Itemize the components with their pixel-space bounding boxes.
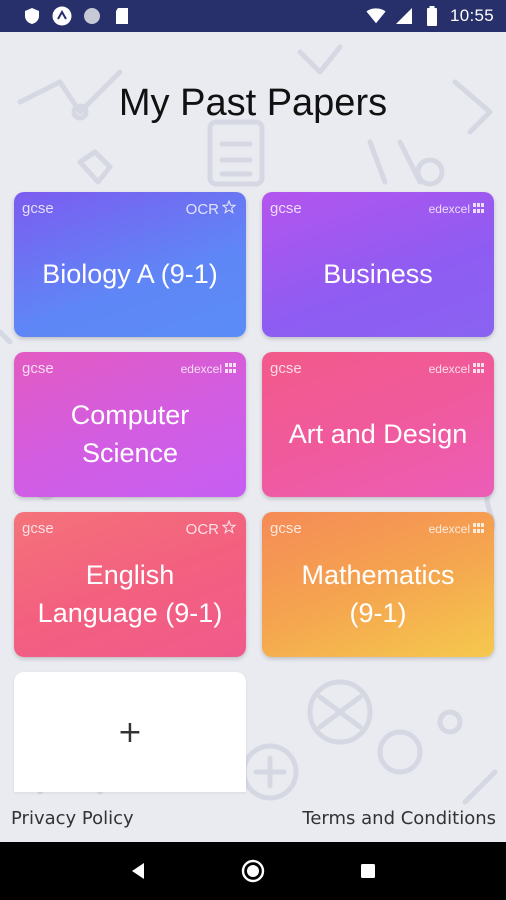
app-content: My Past Papers gcse OCR Biology A (9-1) … — [0, 32, 506, 842]
edexcel-logo-text: edexcel — [180, 362, 222, 376]
subject-card-mathematics[interactable]: gcse edexcel Mathematics (9-1) — [262, 512, 494, 657]
edexcel-grid-icon — [473, 362, 484, 376]
notification-a-icon — [52, 6, 72, 26]
wifi-icon — [366, 6, 386, 26]
card-level: gcse — [270, 520, 302, 537]
battery-icon — [422, 6, 442, 26]
ocr-logo-text: OCR — [185, 200, 219, 218]
card-subject: Business — [323, 258, 433, 289]
add-subject-button[interactable]: + — [14, 672, 246, 792]
plus-icon: + — [117, 714, 143, 750]
page-title: My Past Papers — [118, 82, 388, 124]
status-left-icons — [22, 6, 132, 26]
status-time: 10:55 — [449, 6, 494, 25]
edexcel-logo-text: edexcel — [428, 362, 470, 376]
circle-icon — [82, 6, 102, 26]
subject-card-art-and-design[interactable]: gcse edexcel Art and Design — [262, 352, 494, 497]
edexcel-logo-text: edexcel — [428, 522, 470, 536]
card-level: gcse — [22, 360, 54, 377]
card-board: OCR — [185, 199, 237, 218]
sd-card-icon — [112, 6, 132, 26]
terms-and-conditions-link[interactable]: Terms and Conditions — [302, 808, 496, 829]
card-subject-line2: Language (9-1) — [37, 597, 223, 628]
shield-icon — [22, 6, 42, 26]
ocr-logo-text: OCR — [185, 520, 219, 538]
card-level: gcse — [22, 520, 54, 537]
home-icon[interactable] — [238, 856, 268, 886]
ocr-star-icon — [221, 519, 237, 538]
card-board: edexcel — [181, 362, 236, 376]
card-board: edexcel — [429, 522, 484, 536]
status-bar: 10:55 — [0, 0, 506, 32]
card-subject: Art and Design — [288, 418, 468, 449]
card-subject-line2: Science — [81, 437, 179, 468]
status-right-icons: 10:55 — [366, 6, 494, 26]
card-subject-line2: (9-1) — [349, 597, 407, 628]
subject-card-biology[interactable]: gcse OCR Biology A (9-1) — [14, 192, 246, 337]
edexcel-logo-text: edexcel — [428, 202, 470, 216]
card-subject: Computer Science — [20, 382, 240, 485]
recents-icon[interactable] — [353, 856, 383, 886]
card-level: gcse — [270, 200, 302, 217]
card-level: gcse — [22, 200, 54, 217]
edexcel-grid-icon — [473, 522, 484, 536]
card-subject: Biology A (9-1) — [42, 258, 218, 289]
card-board: edexcel — [429, 202, 484, 216]
subject-card-english-language[interactable]: gcse OCR English Language (9-1) — [14, 512, 246, 657]
card-subject: English Language (9-1) — [20, 542, 240, 645]
ocr-star-icon — [221, 199, 237, 218]
privacy-policy-link[interactable]: Privacy Policy — [11, 808, 134, 829]
card-board: OCR — [185, 519, 237, 538]
card-board: edexcel — [429, 362, 484, 376]
subject-card-computer-science[interactable]: gcse edexcel Computer Science — [14, 352, 246, 497]
edexcel-grid-icon — [473, 202, 484, 216]
card-subject: Mathematics (9-1) — [268, 542, 488, 645]
card-subject-line1: Mathematics — [301, 559, 455, 590]
signal-icon — [394, 6, 414, 26]
back-icon[interactable] — [123, 856, 153, 886]
card-subject-line1: Computer — [70, 399, 190, 430]
card-subject-line1: English — [85, 559, 175, 590]
subject-card-business[interactable]: gcse edexcel Business — [262, 192, 494, 337]
navigation-bar — [0, 842, 506, 900]
card-level: gcse — [270, 360, 302, 377]
edexcel-grid-icon — [225, 362, 236, 376]
